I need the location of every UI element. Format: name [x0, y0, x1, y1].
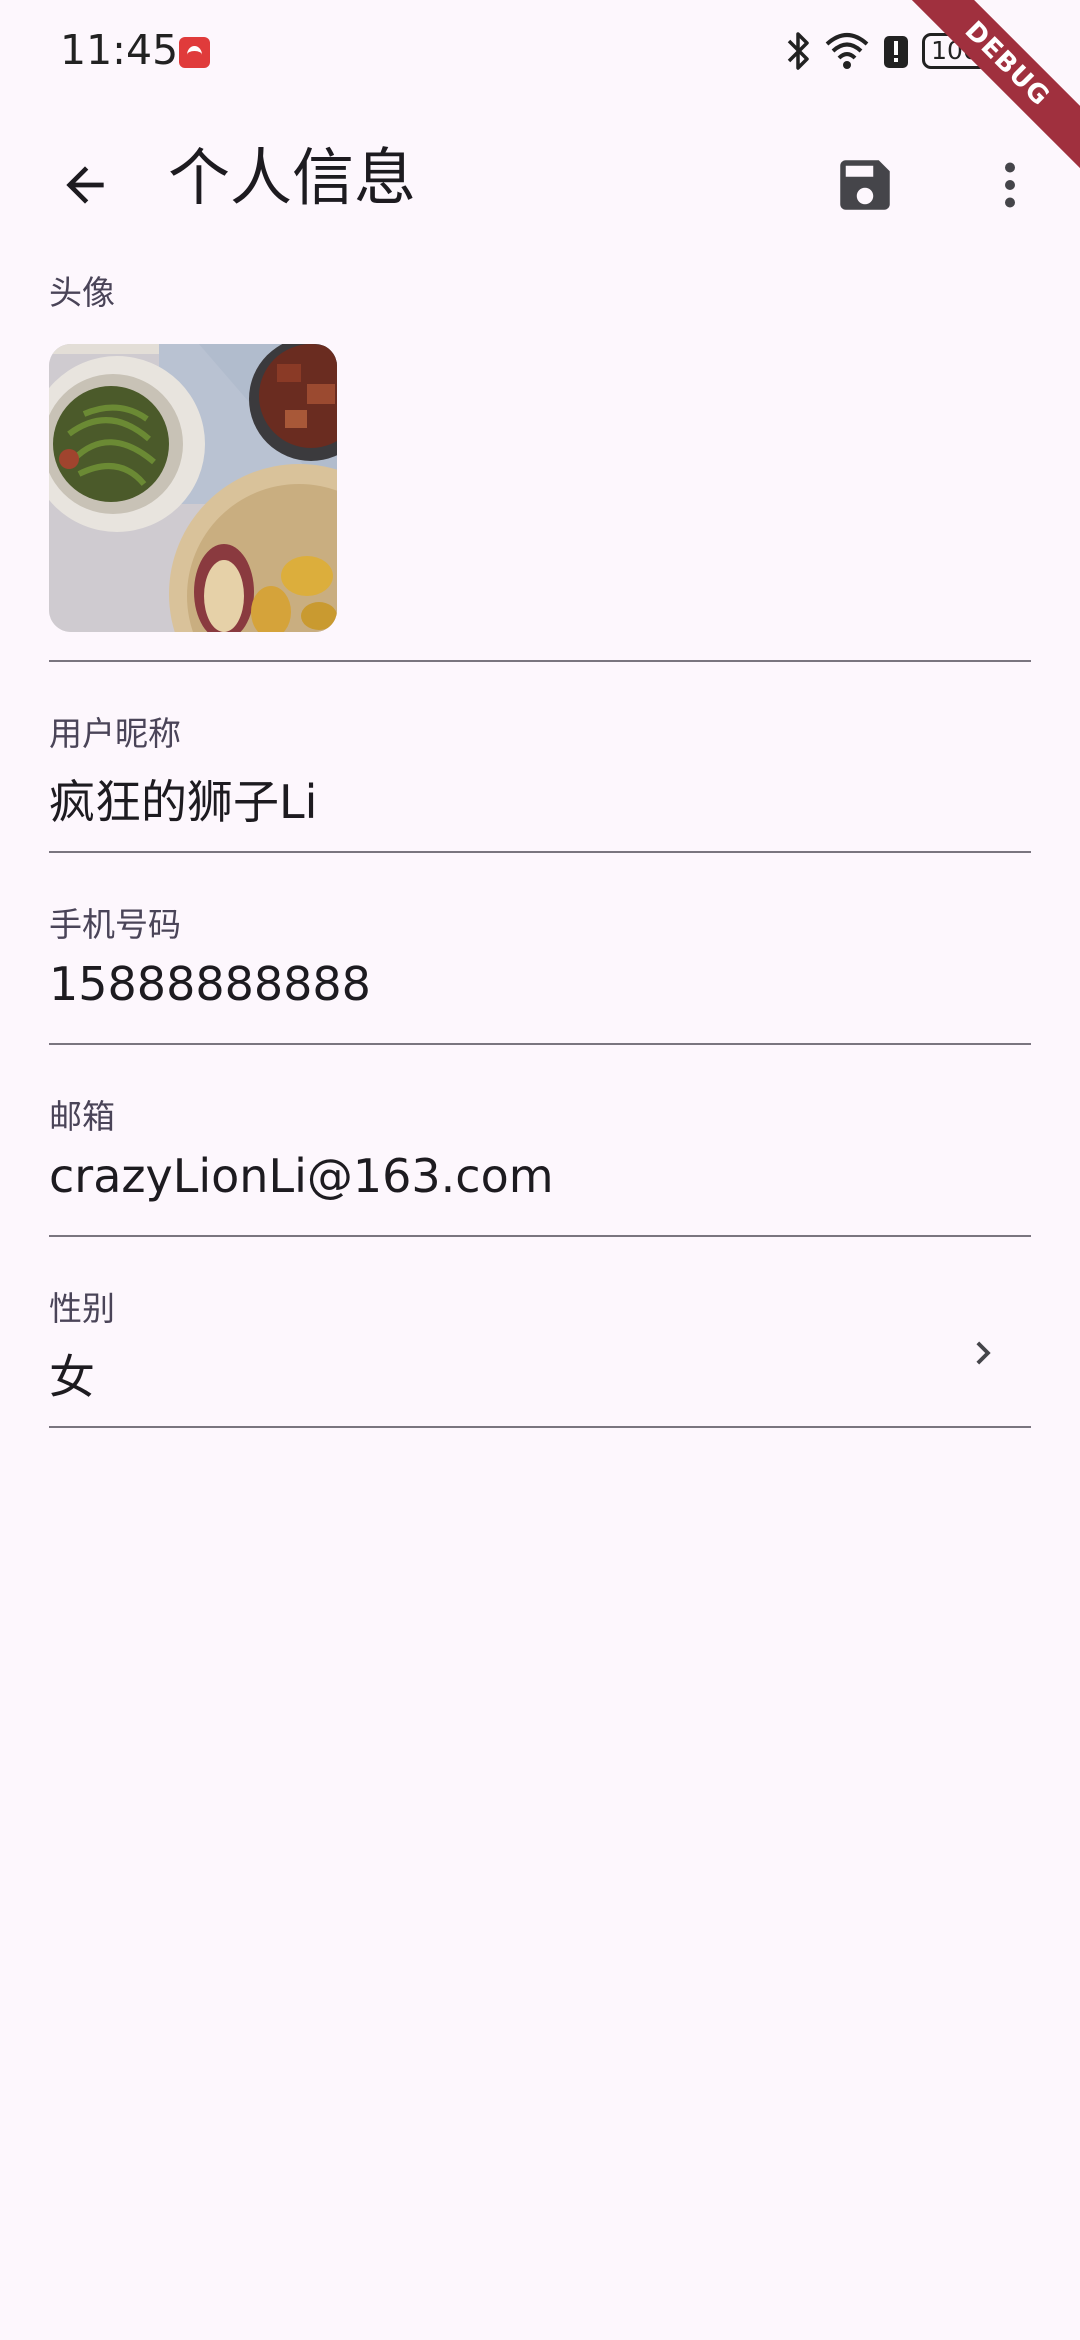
- page-title: 个人信息: [168, 141, 417, 214]
- bluetooth-icon: [787, 32, 809, 70]
- email-field[interactable]: crazyLionLi@163.com: [49, 1149, 554, 1203]
- save-icon: [840, 160, 890, 210]
- nickname-label: 用户昵称: [49, 714, 181, 753]
- divider: [49, 660, 1031, 662]
- divider: [49, 1043, 1031, 1045]
- save-button[interactable]: [820, 140, 910, 230]
- wifi-icon: [825, 33, 869, 69]
- phone-label: 手机号码: [49, 905, 181, 944]
- avatar-image[interactable]: [49, 344, 337, 632]
- alert-icon: [884, 36, 908, 68]
- chevron-right-icon[interactable]: [960, 1330, 1006, 1376]
- phone-field[interactable]: 15888888888: [49, 957, 371, 1011]
- back-button[interactable]: [40, 140, 130, 230]
- divider: [49, 851, 1031, 853]
- gender-label: 性别: [49, 1289, 115, 1328]
- avatar-label: 头像: [49, 273, 115, 312]
- status-bar: 11:45 100: [0, 0, 1080, 100]
- status-time: 11:45: [60, 26, 179, 74]
- app-bar: 个人信息: [0, 118, 1080, 238]
- arrow-back-icon: [66, 166, 104, 204]
- more-vert-icon: [1005, 162, 1015, 208]
- divider: [49, 1426, 1031, 1428]
- food-photo: [49, 344, 337, 632]
- profile-screen: 11:45 100 DEBUG 个人信息 头像 用户昵称 疯狂的狮子Li 手机号…: [0, 0, 1080, 2340]
- more-options-button[interactable]: [965, 140, 1055, 230]
- nickname-field[interactable]: 疯狂的狮子Li: [49, 766, 317, 832]
- email-label: 邮箱: [49, 1097, 115, 1136]
- divider: [49, 1235, 1031, 1237]
- huawei-app-icon: [179, 37, 210, 68]
- gender-select[interactable]: 女: [49, 1341, 95, 1407]
